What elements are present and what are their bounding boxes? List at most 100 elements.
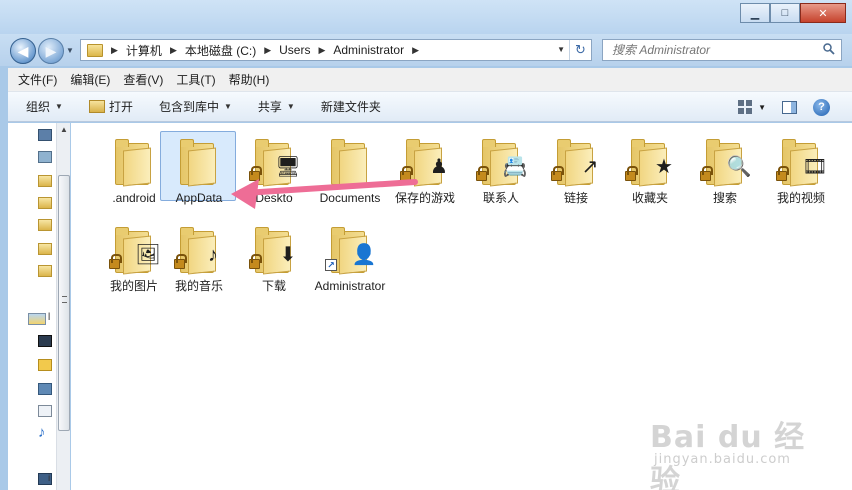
file-item[interactable]: ↗ 链接 — [537, 131, 615, 215]
chevron-right-icon[interactable]: ▶ — [170, 45, 177, 56]
file-item[interactable]: 🎞 我的视频 — [762, 131, 840, 215]
network-icon[interactable] — [38, 151, 52, 163]
folder-icon[interactable] — [38, 243, 52, 255]
music-folder-icon: ♪ — [174, 227, 218, 275]
watermark-brand: Bai du 经验 — [650, 420, 806, 490]
chevron-right-icon[interactable]: ▶ — [318, 45, 325, 56]
file-item[interactable]: 🔍 搜索 — [686, 131, 764, 215]
menu-file[interactable]: 文件(F) — [18, 71, 57, 88]
minimize-button[interactable]: ▁ — [740, 3, 770, 23]
folder-icon[interactable] — [38, 197, 52, 209]
links-folder-icon: ↗ — [551, 139, 598, 187]
file-item-label: 我的音乐 — [174, 279, 223, 293]
chevron-right-icon[interactable]: ▶ — [264, 45, 271, 56]
breadcrumb-users[interactable]: Users — [279, 43, 310, 57]
refresh-button[interactable]: ↻ — [569, 40, 591, 60]
menu-view[interactable]: 查看(V) — [123, 71, 163, 88]
file-item[interactable]: 👤 ↗ Administrator — [311, 219, 389, 303]
caret-down-icon: ▼ — [55, 102, 63, 111]
breadcrumb-local-disk[interactable]: 本地磁盘 (C:) — [185, 42, 256, 59]
pictures-library-icon[interactable] — [38, 383, 52, 395]
scroll-up-button[interactable]: ▲ — [57, 123, 71, 137]
chevron-right-icon[interactable]: ▶ — [111, 45, 118, 56]
address-dropdown[interactable]: ▼ — [557, 45, 565, 54]
lock-icon — [174, 254, 187, 269]
help-icon[interactable]: ? — [813, 98, 830, 116]
folder-overlay: ↗ — [581, 156, 599, 178]
new-folder-button[interactable]: 新建文件夹 — [321, 98, 381, 115]
file-item[interactable]: ★ 收藏夹 — [611, 131, 689, 215]
file-item[interactable]: ⬇ 下载 — [235, 219, 313, 303]
file-item[interactable]: 📇 联系人 — [462, 131, 540, 215]
search-icon[interactable] — [823, 43, 835, 55]
videos-library-icon[interactable] — [38, 335, 52, 347]
nav-label-fragment: i — [48, 473, 51, 484]
breadcrumb-administrator[interactable]: Administrator — [333, 43, 404, 57]
user-shortcut-icon: 👤 ↗ — [325, 227, 376, 275]
menu-edit[interactable]: 编辑(E) — [70, 71, 110, 88]
organize-button[interactable]: 组织 ▼ — [26, 98, 63, 115]
chevron-right-icon[interactable]: ▶ — [412, 45, 419, 56]
open-label: 打开 — [108, 100, 133, 114]
share-button[interactable]: 共享 ▼ — [258, 98, 295, 115]
desktop-icon[interactable] — [38, 129, 52, 141]
folder-icon — [180, 139, 218, 187]
contacts-folder-icon: 📇 — [476, 139, 527, 187]
maximize-button[interactable]: □ — [770, 3, 800, 23]
recent-pages-dropdown[interactable]: ▼ — [66, 46, 74, 55]
open-button[interactable]: 打开 — [88, 98, 133, 115]
file-item[interactable]: ♪ 我的音乐 — [160, 219, 238, 303]
lock-icon — [776, 166, 789, 181]
new-folder-label: 新建文件夹 — [320, 100, 381, 114]
change-view-icon[interactable] — [738, 100, 753, 114]
folder-overlay: 👤 — [351, 244, 377, 266]
window-controls: ▁ □ ✕ — [740, 3, 846, 23]
folder-overlay: 📇 — [502, 156, 528, 178]
folder-overlay: 🔍 — [726, 156, 752, 178]
menu-help[interactable]: 帮助(H) — [229, 71, 270, 88]
view-options-dropdown[interactable]: ▼ — [758, 103, 766, 112]
close-button[interactable]: ✕ — [800, 3, 846, 23]
search-input[interactable] — [612, 43, 820, 57]
watermark: Bai du 经验 jingyan.baidu.com — [650, 412, 820, 490]
file-item-label: Administrator — [314, 279, 386, 293]
address-bar[interactable]: ▶ 计算机 ▶ 本地磁盘 (C:) ▶ Users ▶ Administrato… — [80, 39, 592, 61]
forward-button[interactable]: ▶ — [38, 38, 64, 64]
menu-bar: 文件(F) 编辑(E) 查看(V) 工具(T) 帮助(H) — [8, 68, 852, 92]
address-row: ◀ ▶ ▼ ▶ 计算机 ▶ 本地磁盘 (C:) ▶ Users ▶ Admini… — [0, 34, 852, 66]
folder-icon — [87, 43, 103, 57]
libraries-icon[interactable] — [28, 313, 46, 325]
folder-icon[interactable] — [38, 175, 52, 187]
searches-folder-icon: 🔍 — [700, 139, 751, 187]
breadcrumb-computer[interactable]: 计算机 — [126, 42, 162, 59]
lock-icon — [109, 254, 122, 269]
shortcut-arrow-icon: ↗ — [325, 259, 337, 271]
menu-tools[interactable]: 工具(T) — [176, 71, 215, 88]
caret-down-icon: ▼ — [286, 102, 295, 111]
folder-overlay: ♟ — [430, 156, 448, 178]
file-item-label: 收藏夹 — [631, 191, 668, 205]
include-in-library-button[interactable]: 包含到库中 ▼ — [159, 98, 232, 115]
documents-library-icon[interactable] — [38, 359, 52, 371]
folder-overlay: ♪ — [208, 244, 218, 266]
music-library-icon[interactable]: ♪ — [38, 425, 52, 440]
search-box[interactable] — [602, 39, 842, 61]
watermark-url: jingyan.baidu.com — [654, 452, 791, 467]
folder-overlay: ★ — [655, 156, 673, 178]
file-item[interactable]: AppData — [160, 131, 238, 215]
folder-icon[interactable] — [38, 219, 52, 231]
preview-pane-icon[interactable] — [782, 100, 797, 114]
file-item-label: 下载 — [261, 279, 286, 293]
open-folder-icon — [88, 100, 105, 113]
scroll-grip — [62, 296, 67, 303]
file-item-label: 联系人 — [482, 191, 519, 205]
lock-icon — [249, 254, 262, 269]
documents-icon[interactable] — [38, 405, 52, 417]
back-button[interactable]: ◀ — [10, 38, 36, 64]
nav-label-fragment: l — [48, 312, 51, 323]
navigation-scrollbar[interactable]: ▲ — [56, 123, 70, 490]
folder-icon — [115, 139, 153, 187]
folder-icon[interactable] — [38, 265, 52, 277]
title-bar: ▁ □ ✕ — [0, 0, 852, 34]
scroll-thumb[interactable] — [58, 175, 70, 431]
